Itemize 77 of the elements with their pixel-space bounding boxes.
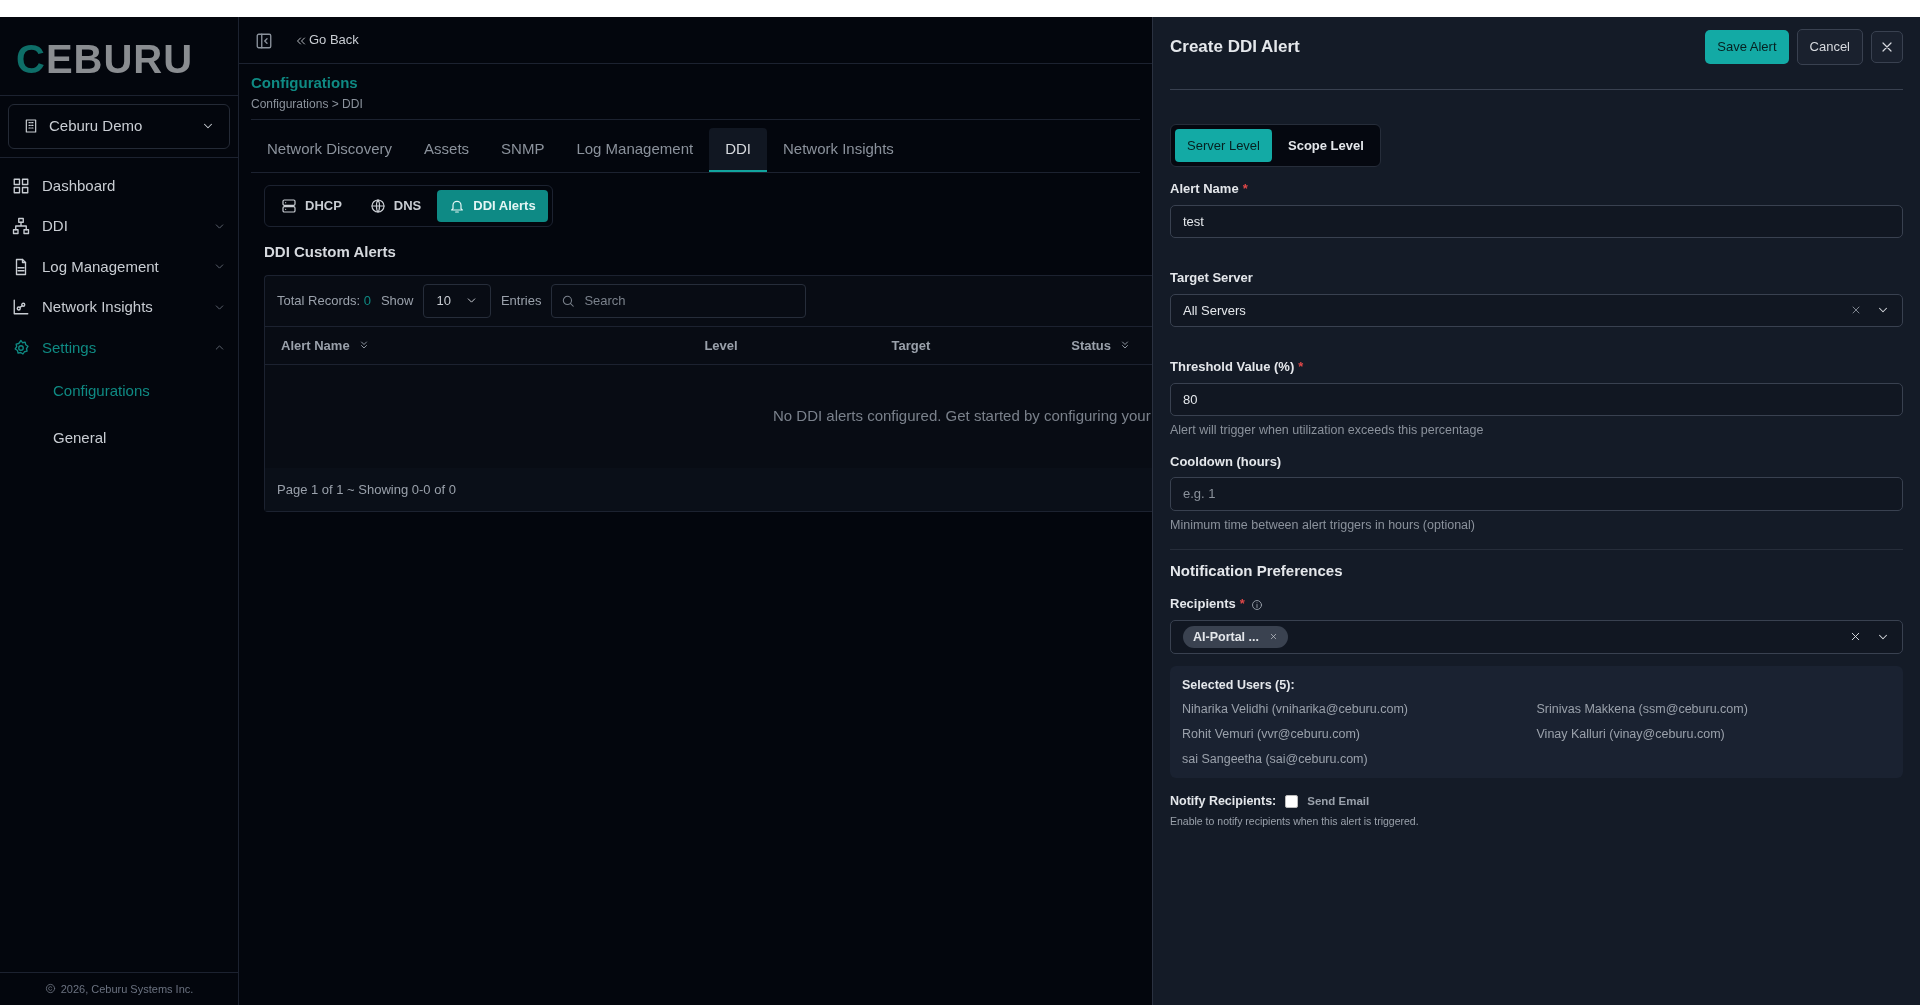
notify-label: Notify Recipients: — [1170, 793, 1277, 811]
search-field[interactable]: Search — [551, 284, 807, 318]
settings-icon — [12, 338, 30, 357]
info-icon — [1250, 598, 1263, 611]
user-entry: Rohit Vemuri (vvr@ceburu.com) — [1182, 725, 1361, 743]
chart-icon — [12, 298, 30, 317]
sidebar-toggle-icon[interactable] — [255, 31, 273, 50]
select-field[interactable]: All Servers — [1170, 293, 1903, 327]
copyright-text: 2026, Ceburu Systems Inc. — [60, 981, 194, 997]
tab[interactable]: Assets — [408, 127, 486, 172]
nav-item[interactable]: Dashboard — [0, 165, 238, 206]
organization-selector[interactable]: Ceburu Demo — [8, 104, 230, 149]
tab[interactable]: Network Insights — [767, 127, 910, 172]
panel-title: Create DDI Alert — [1170, 36, 1300, 58]
nav-item[interactable]: Log Management — [0, 246, 238, 287]
sub-tab[interactable]: DNS — [357, 190, 434, 222]
help-text: Alert will trigger when utilization exceeds this percentage — [1170, 422, 1485, 439]
globe-icon — [369, 197, 386, 214]
field-label: Target Server — [1170, 269, 1254, 287]
help-text: Enable to notify recipients when this alert is triggered. — [1170, 814, 1420, 829]
section-title: Notification Preferences — [1170, 560, 1344, 581]
building-icon — [23, 118, 39, 135]
double-chevron-icon — [295, 34, 307, 47]
show-label: Show — [380, 292, 414, 310]
entries-label: Entries — [500, 292, 542, 310]
input-field[interactable]: e.g. 1 — [1170, 477, 1903, 511]
column-header: Target — [890, 336, 932, 355]
logo: CEBURU — [0, 17, 238, 96]
level-option[interactable]: Server Level — [1175, 128, 1272, 162]
field-label: Recipients * — [1170, 594, 1903, 614]
nav-item[interactable]: DDI — [0, 206, 238, 247]
total-records: Total Records: 0 — [277, 292, 371, 310]
user-entry: sai Sangeetha (sai@ceburu.com) — [1182, 750, 1369, 768]
tab[interactable]: DDI — [709, 127, 767, 172]
field-label: Threshold Value (%) * — [1170, 358, 1305, 376]
network-icon — [12, 217, 30, 236]
page-size-select[interactable]: 10 — [423, 284, 491, 318]
tab[interactable]: SNMP — [485, 127, 561, 172]
cancel-button[interactable]: Cancel — [1796, 29, 1863, 65]
server-icon — [281, 197, 297, 214]
column-header: Level — [703, 336, 739, 355]
save-button[interactable]: Save Alert — [1705, 30, 1789, 64]
pagination-info: Page 1 of 1 ~ Showing 0-0 of 0 — [265, 467, 1152, 511]
breadcrumb: Configurations > DDI — [251, 95, 364, 113]
checkbox-label[interactable]: Send Email — [1307, 793, 1370, 811]
recipients-select[interactable]: AI-Portal ... — [1170, 619, 1903, 655]
nav-item[interactable]: Network Insights — [0, 287, 238, 328]
grid-icon — [12, 176, 30, 195]
column-header[interactable]: Status — [1011, 335, 1131, 355]
column-header[interactable]: Alert Name — [281, 335, 631, 355]
copyright-icon — [44, 983, 56, 995]
help-text: Minimum time between alert triggers in hours (optional) — [1170, 516, 1476, 534]
nav-subitem[interactable]: General — [0, 414, 238, 461]
user-entry: Srinivas Makkena (ssm@ceburu.com) — [1536, 701, 1749, 718]
input-field[interactable]: test — [1170, 204, 1903, 238]
sub-tab[interactable]: DHCP — [269, 190, 354, 222]
user-entry: Vinay Kalluri (vinay@ceburu.com) — [1536, 725, 1726, 743]
field-label: Cooldown (hours) — [1170, 452, 1283, 471]
selected-users-title: Selected Users (5): — [1182, 677, 1296, 695]
empty-message: No DDI alerts configured. Get started by configuring your — [772, 406, 1152, 426]
remove-icon[interactable] — [1269, 632, 1278, 642]
tab[interactable]: Network Discovery — [251, 127, 409, 172]
checkbox[interactable] — [1285, 795, 1299, 809]
sub-tab[interactable]: DDI Alerts — [437, 190, 548, 222]
recipient-tag: AI-Portal ... — [1183, 625, 1288, 649]
go-back-link[interactable]: Go Back — [295, 30, 359, 50]
search-icon — [561, 294, 576, 308]
input-field[interactable]: 80 — [1170, 382, 1903, 416]
close-button[interactable] — [1871, 30, 1903, 63]
tab[interactable]: Log Management — [560, 127, 710, 172]
user-entry: Niharika Velidhi (vniharika@ceburu.com) — [1182, 701, 1409, 718]
nav-subitem[interactable]: Configurations — [0, 368, 238, 415]
level-option[interactable]: Scope Level — [1276, 128, 1376, 162]
page-title: Configurations — [251, 73, 359, 93]
field-label: Alert Name * — [1170, 180, 1249, 198]
nav-item[interactable]: Settings — [0, 327, 238, 368]
section-title: DDI Custom Alerts — [264, 241, 397, 262]
